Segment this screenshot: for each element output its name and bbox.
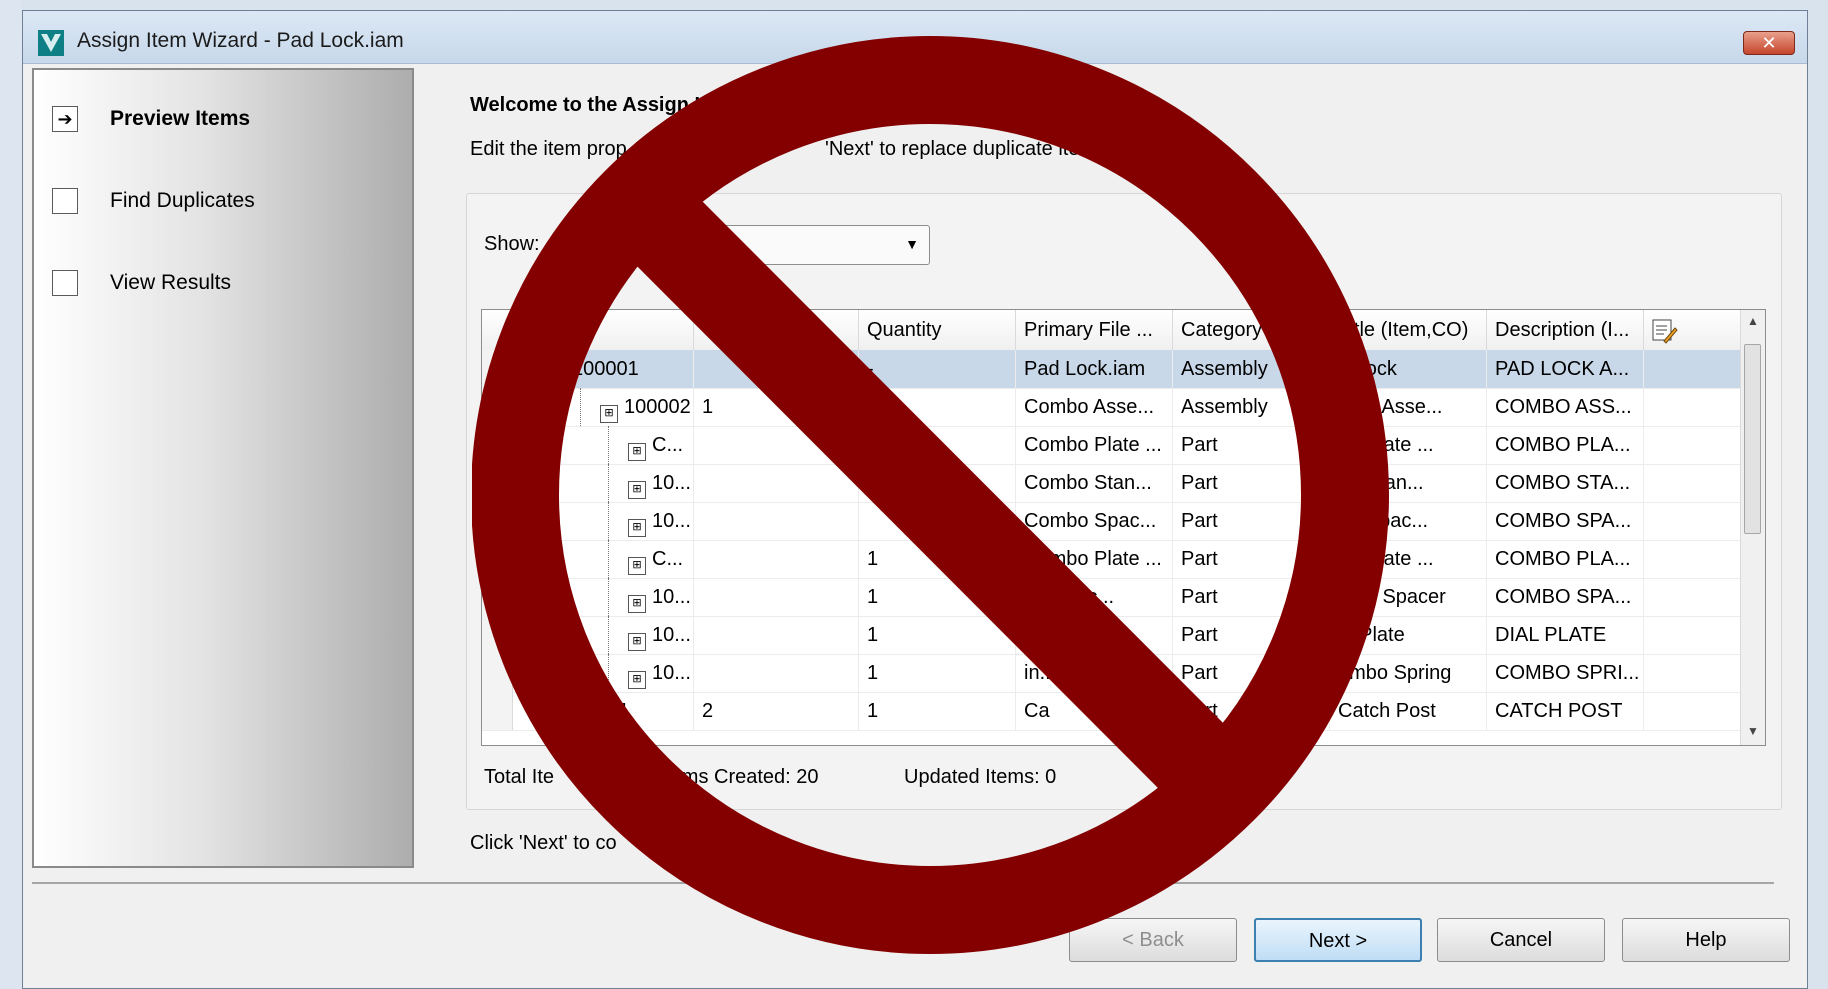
cell-desc: COMBO SPA... [1487,502,1644,540]
scroll-thumb[interactable] [1744,344,1761,534]
arrow-icon: ➔ [52,106,78,132]
cell-desc: COMBO STA... [1487,464,1644,502]
help-button[interactable]: Help [1622,918,1790,962]
window-title: Assign Item Wizard - Pad Lock.iam [77,29,404,52]
cell-desc: DIAL PLATE [1487,616,1644,654]
cell-desc: PAD LOCK A... [1487,350,1644,388]
step-label: View Results [110,271,231,294]
grid-vertical-scrollbar[interactable]: ▲ ▼ [1740,310,1765,745]
app-logo-icon [38,30,64,56]
scroll-up-icon[interactable]: ▲ [1741,314,1765,328]
prohibition-sign-icon [472,36,1389,954]
cell-desc: COMBO ASS... [1487,388,1644,426]
checkbox-icon [52,270,78,296]
step-view-results[interactable]: View Results [52,268,392,298]
cancel-button[interactable]: Cancel [1437,918,1605,962]
column-header-description[interactable]: Description (I... [1487,310,1644,350]
step-preview-items[interactable]: ➔ Preview Items [52,104,392,134]
step-find-duplicates[interactable]: Find Duplicates [52,186,392,216]
checkbox-icon [52,188,78,214]
cell-desc: CATCH POST [1487,692,1644,730]
cell-desc: COMBO PLA... [1487,426,1644,464]
cell-desc: COMBO PLA... [1487,540,1644,578]
desktop-background [0,0,22,989]
step-label: Preview Items [110,107,251,130]
wizard-steps-panel: ➔ Preview Items Find Duplicates View Res… [32,68,414,868]
cell-desc: COMBO SPA... [1487,578,1644,616]
column-chooser-icon[interactable] [1650,317,1678,345]
scroll-down-icon[interactable]: ▼ [1741,724,1765,738]
step-label: Find Duplicates [110,189,255,212]
cell-desc: COMBO SPRI... [1487,654,1644,692]
close-button[interactable]: ✕ [1743,31,1795,55]
